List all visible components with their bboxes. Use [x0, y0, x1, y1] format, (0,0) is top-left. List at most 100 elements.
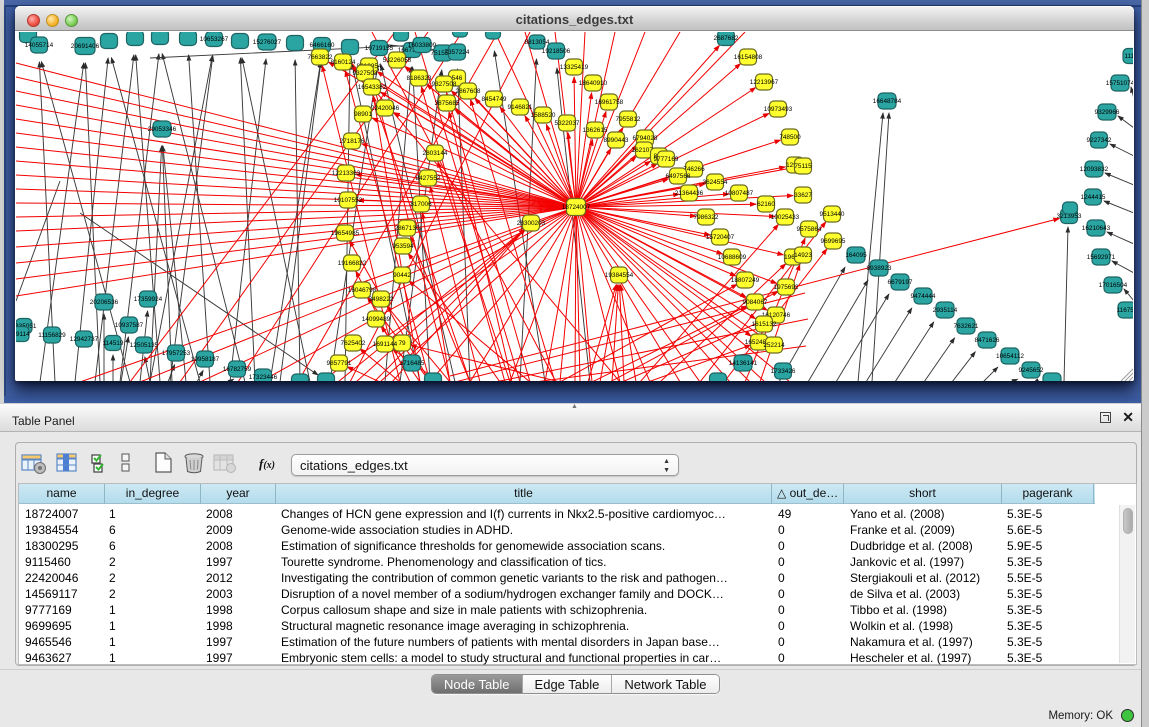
- svg-text:116753: 116753: [1117, 307, 1133, 314]
- svg-text:14055714: 14055714: [25, 42, 54, 49]
- svg-text:16961758: 16961758: [595, 99, 624, 106]
- svg-text:28300203: 28300203: [517, 220, 546, 227]
- svg-text:29053346: 29053346: [148, 126, 177, 133]
- svg-text:15751074: 15751074: [1106, 80, 1133, 87]
- svg-text:10688609: 10688609: [718, 254, 747, 261]
- svg-text:12505135: 12505135: [130, 342, 159, 349]
- svg-text:2867608: 2867608: [456, 88, 481, 95]
- svg-text:15692971: 15692971: [1087, 254, 1116, 261]
- svg-text:17323446: 17323446: [249, 374, 278, 381]
- svg-text:22420046: 22420046: [371, 105, 400, 112]
- svg-text:8160124: 8160124: [331, 59, 356, 66]
- svg-text:19654985: 19654985: [331, 230, 360, 237]
- svg-text:9084067: 9084067: [743, 299, 768, 306]
- svg-text:9245652: 9245652: [1019, 367, 1044, 374]
- svg-text:16648784: 16648784: [873, 98, 902, 105]
- svg-text:1588520: 1588520: [531, 112, 556, 119]
- svg-text:15720407: 15720407: [706, 234, 735, 241]
- svg-text:9575864: 9575864: [797, 226, 822, 233]
- svg-text:17016504: 17016504: [1099, 282, 1128, 289]
- svg-text:18640910: 18640910: [579, 80, 608, 87]
- svg-text:8427552: 8427552: [416, 175, 441, 182]
- svg-text:9327503: 9327503: [353, 70, 378, 77]
- svg-text:10653267: 10653267: [200, 36, 229, 43]
- svg-text:2935114: 2935114: [933, 307, 958, 314]
- svg-text:12213363: 12213363: [332, 170, 361, 177]
- svg-text:3498222: 3498222: [369, 296, 394, 303]
- svg-text:6794028: 6794028: [633, 135, 658, 142]
- svg-text:8990443: 8990443: [604, 137, 629, 144]
- svg-text:18807249: 18807249: [731, 277, 760, 284]
- svg-text:7632621: 7632621: [954, 323, 979, 330]
- svg-text:12942737: 12942737: [70, 336, 99, 343]
- svg-text:9227342: 9227342: [1087, 137, 1112, 144]
- svg-text:16046798: 16046798: [348, 287, 377, 294]
- svg-text:16782759: 16782759: [223, 366, 252, 373]
- svg-text:6679197: 6679197: [888, 279, 913, 286]
- svg-text:7986322: 7986322: [694, 214, 719, 221]
- svg-text:1716485: 1716485: [400, 360, 425, 367]
- svg-text:18724007: 18724007: [562, 204, 591, 211]
- svg-text:33627: 33627: [794, 192, 812, 199]
- svg-text:15276027: 15276027: [253, 39, 282, 46]
- svg-text:252214: 252214: [763, 342, 785, 349]
- svg-text:12093832: 12093832: [1080, 166, 1109, 173]
- svg-text:9777169: 9777169: [654, 156, 679, 163]
- svg-text:10937587: 10937587: [115, 322, 144, 329]
- svg-text:10958187: 10958187: [191, 356, 220, 363]
- svg-text:748500: 748500: [779, 134, 801, 141]
- svg-text:62160: 62160: [757, 201, 775, 208]
- svg-text:9146821: 9146821: [508, 104, 533, 111]
- svg-text:20691406: 20691406: [71, 43, 100, 50]
- svg-text:13325419: 13325419: [560, 64, 589, 71]
- svg-text:2687682: 2687682: [714, 35, 739, 42]
- svg-text:16154808: 16154808: [734, 54, 763, 61]
- svg-text:8938923: 8938923: [867, 265, 892, 272]
- svg-text:16033809: 16033809: [408, 42, 437, 49]
- svg-text:16543382: 16543382: [358, 84, 387, 91]
- svg-text:10654112: 10654112: [996, 353, 1024, 360]
- svg-text:10719155: 10719155: [365, 45, 394, 52]
- svg-text:7663822: 7663822: [308, 54, 333, 61]
- svg-text:90442: 90442: [393, 272, 411, 279]
- svg-text:9857791: 9857791: [327, 360, 352, 367]
- svg-text:17957253: 17957253: [162, 350, 191, 357]
- svg-text:14099489: 14099489: [362, 316, 391, 323]
- svg-text:3624554: 3624554: [703, 179, 728, 186]
- svg-text:9327508: 9327508: [432, 81, 457, 88]
- svg-text:8471626: 8471626: [975, 337, 1000, 344]
- svg-text:9329966: 9329966: [1095, 109, 1120, 116]
- svg-text:7625402: 7625402: [341, 340, 366, 347]
- svg-text:1362615: 1362615: [583, 127, 608, 134]
- svg-text:19384554: 19384554: [605, 272, 634, 279]
- svg-text:8813054: 8813054: [525, 39, 550, 46]
- svg-text:39114: 39114: [16, 331, 30, 338]
- svg-text:19218506: 19218506: [542, 48, 571, 55]
- svg-text:9513440: 9513440: [820, 211, 845, 218]
- svg-text:14136141: 14136141: [729, 360, 758, 367]
- svg-text:6497568: 6497568: [666, 173, 691, 180]
- svg-text:114519: 114519: [103, 340, 124, 347]
- svg-text:1112: 1112: [1124, 53, 1133, 60]
- svg-text:1244415: 1244415: [1081, 194, 1106, 201]
- svg-text:19166822: 19166822: [338, 260, 367, 267]
- svg-text:6466160: 6466160: [310, 42, 335, 49]
- svg-text:f(x): f(x): [259, 456, 275, 471]
- svg-text:1615132: 1615132: [752, 321, 777, 328]
- svg-text:10973493: 10973493: [764, 106, 793, 113]
- svg-text:21364436: 21364436: [675, 190, 704, 197]
- svg-text:10025433: 10025433: [771, 214, 800, 221]
- svg-text:9699695: 9699695: [821, 238, 846, 245]
- svg-text:1975692: 1975692: [774, 284, 799, 291]
- svg-text:53226058: 53226058: [383, 57, 412, 64]
- svg-text:9474444: 9474444: [911, 293, 936, 300]
- svg-text:2803144: 2803144: [423, 150, 448, 157]
- svg-text:17359924: 17359924: [134, 296, 163, 303]
- svg-text:12213967: 12213967: [750, 79, 779, 86]
- svg-text:20206536: 20206536: [90, 299, 119, 306]
- svg-text:2867130: 2867130: [395, 225, 420, 232]
- svg-text:7357224: 7357224: [445, 49, 470, 56]
- svg-text:7955812: 7955812: [616, 116, 641, 123]
- svg-text:10107552: 10107552: [334, 197, 363, 204]
- svg-text:2718176: 2718176: [340, 138, 365, 145]
